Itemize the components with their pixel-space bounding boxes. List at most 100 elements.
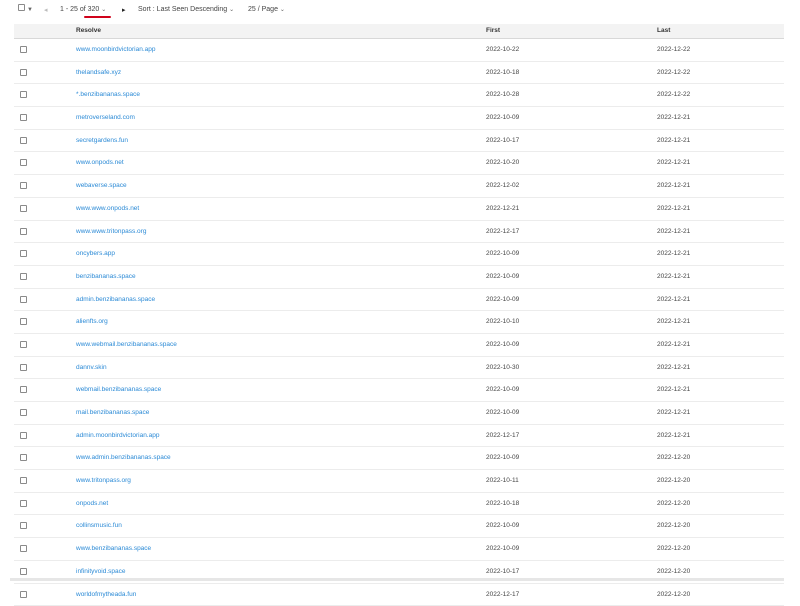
row-checkbox[interactable]: [20, 364, 27, 371]
resolve-link[interactable]: onpods.net: [76, 500, 108, 507]
resolve-link[interactable]: www.webmail.benzibananas.space: [76, 341, 177, 348]
row-checkbox[interactable]: [20, 159, 27, 166]
resolve-link[interactable]: www.tritonpass.org: [76, 477, 131, 484]
last-seen-date: 2022-12-21: [657, 137, 690, 144]
resolve-link[interactable]: thelandsafe.xyz: [76, 69, 121, 76]
first-seen-date: 2022-10-28: [486, 91, 519, 98]
table-row[interactable]: alienfts.org2022-10-102022-12-21: [14, 311, 784, 334]
sort-selector[interactable]: Sort : Last Seen Descending ⌄: [138, 6, 234, 13]
table-row[interactable]: oncybers.app2022-10-092022-12-21: [14, 243, 784, 266]
row-checkbox[interactable]: [20, 137, 27, 144]
table-row[interactable]: dannv.skin2022-10-302022-12-21: [14, 357, 784, 380]
table-row[interactable]: www.tritonpass.org2022-10-112022-12-20: [14, 470, 784, 493]
resolve-link[interactable]: infinityvoid.space: [76, 568, 126, 575]
table-row[interactable]: admin.benzibananas.space2022-10-092022-1…: [14, 289, 784, 312]
select-all-dropdown-icon[interactable]: ▼: [27, 7, 33, 13]
row-checkbox[interactable]: [20, 114, 27, 121]
resolve-link[interactable]: admin.moonbirdvictorian.app: [76, 432, 159, 439]
row-checkbox[interactable]: [20, 386, 27, 393]
resolve-link[interactable]: dannv.skin: [76, 364, 107, 371]
table-row[interactable]: www.admin.benzibananas.space2022-10-0920…: [14, 447, 784, 470]
row-checkbox[interactable]: [20, 522, 27, 529]
prev-page-icon[interactable]: ◂: [44, 6, 48, 14]
resolve-link[interactable]: www.www.onpods.net: [76, 205, 139, 212]
page-range-text: 1 - 25 of: [60, 6, 86, 13]
resolve-link[interactable]: oncybers.app: [76, 250, 115, 257]
table-row[interactable]: www.benzibananas.space2022-10-092022-12-…: [14, 538, 784, 561]
row-checkbox[interactable]: [20, 545, 27, 552]
resolve-link[interactable]: alienfts.org: [76, 318, 108, 325]
select-all-checkbox[interactable]: ▼: [18, 4, 33, 13]
column-header-first[interactable]: First: [486, 27, 500, 34]
table-row[interactable]: worldofmytheada.fun2022-12-172022-12-20: [14, 584, 784, 606]
horizontal-scrollbar[interactable]: [10, 578, 784, 581]
table-row[interactable]: secretgardens.fun2022-10-172022-12-21: [14, 130, 784, 153]
resolve-link[interactable]: metroverseland.com: [76, 114, 135, 121]
row-checkbox[interactable]: [20, 296, 27, 303]
row-checkbox[interactable]: [20, 69, 27, 76]
first-seen-date: 2022-10-09: [486, 273, 519, 280]
table-row[interactable]: webaverse.space2022-12-022022-12-21: [14, 175, 784, 198]
resolve-link[interactable]: worldofmytheada.fun: [76, 591, 136, 598]
next-page-icon[interactable]: ▸: [122, 6, 126, 14]
resolve-link[interactable]: collinsmusic.fun: [76, 522, 122, 529]
table-row[interactable]: mail.benzibananas.space2022-10-092022-12…: [14, 402, 784, 425]
row-checkbox[interactable]: [20, 341, 27, 348]
resolve-link[interactable]: www.admin.benzibananas.space: [76, 454, 171, 461]
table-row[interactable]: www.www.onpods.net2022-12-212022-12-21: [14, 198, 784, 221]
table-row[interactable]: *.benzibananas.space2022-10-282022-12-22: [14, 84, 784, 107]
pagination-toolbar: ▼ ◂ 1 - 25 of 320 ⌄ ▸ Sort : Last Seen D…: [0, 0, 800, 24]
results-table: Resolve First Last www.moonbirdvictorian…: [14, 24, 784, 606]
first-seen-date: 2022-10-11: [486, 477, 519, 484]
row-checkbox[interactable]: [20, 250, 27, 257]
table-row[interactable]: thelandsafe.xyz2022-10-182022-12-22: [14, 62, 784, 85]
first-seen-date: 2022-10-10: [486, 318, 519, 325]
first-seen-date: 2022-10-09: [486, 114, 519, 121]
table-row[interactable]: www.moonbirdvictorian.app2022-10-222022-…: [14, 39, 784, 62]
column-header-resolve[interactable]: Resolve: [76, 27, 101, 34]
resolve-link[interactable]: www.moonbirdvictorian.app: [76, 46, 155, 53]
table-row[interactable]: onpods.net2022-10-182022-12-20: [14, 493, 784, 516]
row-checkbox[interactable]: [20, 205, 27, 212]
row-checkbox[interactable]: [20, 454, 27, 461]
table-body: www.moonbirdvictorian.app2022-10-222022-…: [14, 39, 784, 606]
resolve-link[interactable]: www.benzibananas.space: [76, 545, 151, 552]
row-checkbox[interactable]: [20, 409, 27, 416]
row-checkbox[interactable]: [20, 46, 27, 53]
resolve-link[interactable]: benzibananas.space: [76, 273, 136, 280]
first-seen-date: 2022-10-09: [486, 454, 519, 461]
page-range-selector[interactable]: 1 - 25 of 320 ⌄: [60, 6, 106, 13]
row-checkbox[interactable]: [20, 91, 27, 98]
table-row[interactable]: www.www.tritonpass.org2022-12-172022-12-…: [14, 221, 784, 244]
table-row[interactable]: collinsmusic.fun2022-10-092022-12-20: [14, 515, 784, 538]
total-count: 320: [88, 6, 100, 13]
column-header-last[interactable]: Last: [657, 27, 670, 34]
first-seen-date: 2022-12-17: [486, 432, 519, 439]
row-checkbox[interactable]: [20, 182, 27, 189]
resolve-link[interactable]: mail.benzibananas.space: [76, 409, 149, 416]
table-row[interactable]: www.webmail.benzibananas.space2022-10-09…: [14, 334, 784, 357]
resolve-link[interactable]: webmail.benzibananas.space: [76, 386, 161, 393]
table-row[interactable]: www.onpods.net2022-10-202022-12-21: [14, 152, 784, 175]
table-row[interactable]: metroverseland.com2022-10-092022-12-21: [14, 107, 784, 130]
resolve-link[interactable]: webaverse.space: [76, 182, 127, 189]
row-checkbox[interactable]: [20, 432, 27, 439]
row-checkbox[interactable]: [20, 500, 27, 507]
resolve-link[interactable]: *.benzibananas.space: [76, 91, 140, 98]
table-row[interactable]: benzibananas.space2022-10-092022-12-21: [14, 266, 784, 289]
row-checkbox[interactable]: [20, 568, 27, 575]
resolve-link[interactable]: admin.benzibananas.space: [76, 296, 155, 303]
row-checkbox[interactable]: [20, 318, 27, 325]
resolve-link[interactable]: www.onpods.net: [76, 159, 124, 166]
table-row[interactable]: admin.moonbirdvictorian.app2022-12-17202…: [14, 425, 784, 448]
page-size-selector[interactable]: 25 / Page ⌄: [248, 6, 285, 13]
first-seen-date: 2022-10-30: [486, 364, 519, 371]
row-checkbox[interactable]: [20, 477, 27, 484]
row-checkbox[interactable]: [20, 273, 27, 280]
row-checkbox[interactable]: [20, 591, 27, 598]
table-row[interactable]: webmail.benzibananas.space2022-10-092022…: [14, 379, 784, 402]
resolve-link[interactable]: www.www.tritonpass.org: [76, 228, 146, 235]
resolve-link[interactable]: secretgardens.fun: [76, 137, 128, 144]
row-checkbox[interactable]: [20, 228, 27, 235]
select-all-box[interactable]: [18, 4, 25, 11]
